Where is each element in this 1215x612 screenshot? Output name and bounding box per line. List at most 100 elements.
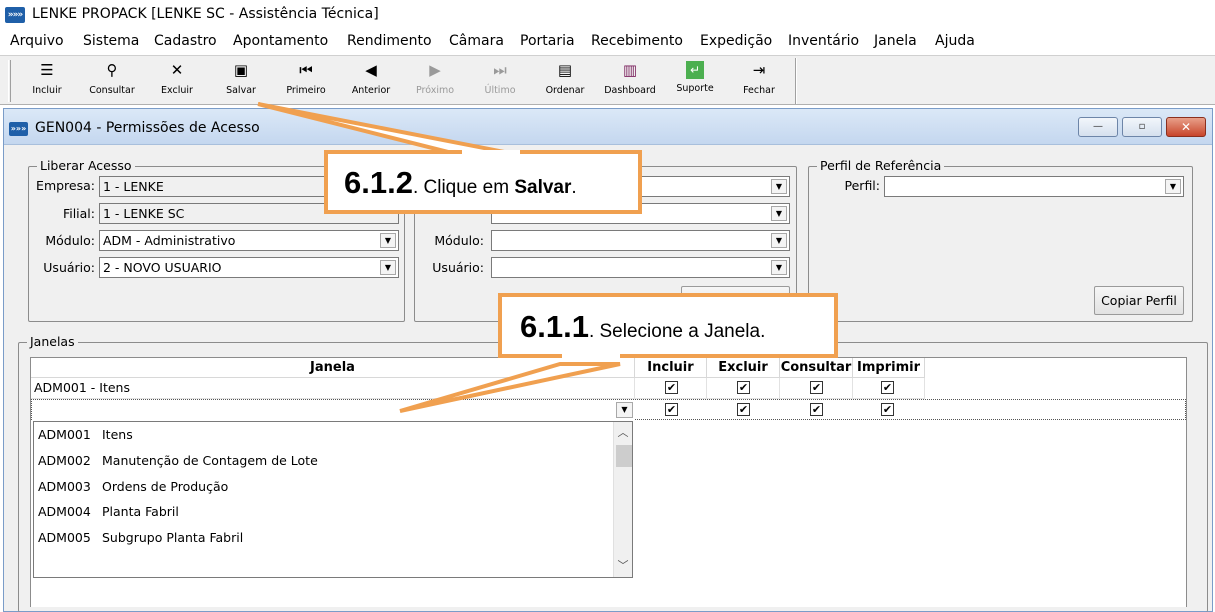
menubar: Arquivo Sistema Cadastro Apontamento Ren… <box>0 31 1215 53</box>
filial-label: Filial: <box>62 206 95 221</box>
perfil-select[interactable]: ▼ <box>884 176 1184 197</box>
callout-select: 6.1.1. Selecione a Janela. <box>498 293 838 358</box>
menu-portaria[interactable]: Portaria <box>520 33 575 49</box>
fechar-button[interactable]: ⇥ Fechar <box>731 59 787 103</box>
callout-tail-join <box>462 150 520 158</box>
toolbar-separator <box>795 58 797 104</box>
window-logo-icon: »»» <box>9 122 28 136</box>
usuario-select[interactable]: 2 - NOVO USUARIO ▼ <box>99 257 399 278</box>
primeiro-button[interactable]: ⏮ Primeiro <box>278 59 334 103</box>
chevron-down-icon[interactable]: ▼ <box>771 260 787 275</box>
scroll-down-icon[interactable]: ﹀ <box>614 557 632 575</box>
modulo-select[interactable]: ADM - Administrativo ▼ <box>99 230 399 251</box>
usuario-label: Usuário: <box>43 260 95 275</box>
restore-button[interactable]: ▫ <box>1122 117 1162 137</box>
menu-rendimento[interactable]: Rendimento <box>347 33 432 49</box>
app-title: LENKE PROPACK [LENKE SC - Assistência Té… <box>32 6 379 22</box>
add-record-icon: ☰ <box>40 61 54 79</box>
middle-usuario-label: Usuário: <box>432 260 484 275</box>
dropdown-scrollbar[interactable]: ︿ ﹀ <box>613 422 632 577</box>
copiar-perfil-button[interactable]: Copiar Perfil <box>1094 286 1184 315</box>
previous-record-icon: ◀ <box>365 61 377 79</box>
menu-sistema[interactable]: Sistema <box>83 33 139 49</box>
list-item[interactable]: ADM004 Planta Fabril <box>38 502 179 522</box>
callout-tail-join <box>562 350 620 358</box>
menu-arquivo[interactable]: Arquivo <box>10 33 64 49</box>
menu-inventario[interactable]: Inventário <box>788 33 859 49</box>
list-item[interactable]: ADM003 Ordens de Produção <box>38 477 228 497</box>
janela-select[interactable]: ▼ <box>33 400 635 420</box>
consultar-checkbox[interactable]: ✔ <box>810 381 823 394</box>
perfil-label: Perfil: <box>844 178 880 193</box>
middle-usuario-select[interactable]: ▼ <box>491 257 790 278</box>
excluir-button[interactable]: ✕ Excluir <box>150 59 204 103</box>
chevron-down-icon[interactable]: ▼ <box>616 402 633 418</box>
exit-door-icon: ⇥ <box>752 61 766 79</box>
incluir-checkbox[interactable]: ✔ <box>665 381 678 394</box>
perfil-referencia-title: Perfil de Referência <box>817 158 945 173</box>
delete-record-icon: ✕ <box>170 61 184 79</box>
list-item[interactable]: ADM002 Manutenção de Contagem de Lote <box>38 451 318 471</box>
salvar-button[interactable]: ▣ Salvar <box>214 59 268 103</box>
menu-janela[interactable]: Janela <box>874 33 917 49</box>
modulo-label: Módulo: <box>45 233 95 248</box>
minimize-button[interactable]: — <box>1078 117 1118 137</box>
liberar-acesso-title: Liberar Acesso <box>37 158 135 173</box>
col-incluir[interactable]: Incluir <box>635 358 707 378</box>
menu-expedicao[interactable]: Expedição <box>700 33 772 49</box>
middle-modulo-label: Módulo: <box>434 233 484 248</box>
anterior-button[interactable]: ◀ Anterior <box>343 59 399 103</box>
chevron-down-icon[interactable]: ▼ <box>771 233 787 248</box>
proximo-button[interactable]: ▶ Próximo <box>407 59 463 103</box>
table-row[interactable]: ADM001 - Itens <box>31 378 635 399</box>
col-janela[interactable]: Janela <box>31 358 635 378</box>
consultar-checkbox[interactable]: ✔ <box>810 403 823 416</box>
list-item[interactable]: ADM005 Subgrupo Planta Fabril <box>38 528 243 548</box>
window-title: GEN004 - Permissões de Acesso <box>35 120 260 136</box>
first-record-icon: ⏮ <box>299 61 313 79</box>
toolbar: ☰ Incluir ⚲ Consultar ✕ Excluir ▣ Salvar ⏮ Pr… <box>0 55 1215 105</box>
ordenar-button[interactable]: ▤ Ordenar <box>536 59 594 103</box>
chevron-down-icon[interactable]: ▼ <box>380 233 396 248</box>
janela-dropdown-list: ADM001 Itens ADM002 Manutenção de Contagem… <box>33 421 633 578</box>
col-consultar[interactable]: Consultar <box>780 358 853 378</box>
imprimir-checkbox[interactable]: ✔ <box>881 403 894 416</box>
col-excluir[interactable]: Excluir <box>707 358 780 378</box>
search-icon: ⚲ <box>106 61 118 79</box>
chevron-down-icon[interactable]: ▼ <box>380 260 396 275</box>
support-icon: ↵ <box>686 61 704 79</box>
dashboard-button[interactable]: ▥ Dashboard <box>600 59 660 103</box>
incluir-checkbox[interactable]: ✔ <box>665 403 678 416</box>
imprimir-checkbox[interactable]: ✔ <box>881 381 894 394</box>
chevron-down-icon[interactable]: ▼ <box>1165 179 1181 194</box>
app-title-bar: »»» LENKE PROPACK [LENKE SC - Assistênci… <box>0 0 1215 30</box>
scroll-up-icon[interactable]: ︿ <box>614 424 632 442</box>
sort-icon: ▤ <box>557 61 573 79</box>
incluir-button[interactable]: ☰ Incluir <box>20 59 74 103</box>
suporte-button[interactable]: ↵ Suporte <box>667 59 723 103</box>
janelas-title: Janelas <box>27 334 78 349</box>
ultimo-button[interactable]: ⏭ Último <box>472 59 528 103</box>
chevron-down-icon[interactable]: ▼ <box>771 179 787 194</box>
middle-modulo-select[interactable]: ▼ <box>491 230 790 251</box>
menu-recebimento[interactable]: Recebimento <box>591 33 683 49</box>
empresa-label: Empresa: <box>36 178 95 193</box>
scroll-thumb[interactable] <box>616 445 632 467</box>
app-logo-icon: »»» <box>5 7 25 23</box>
dashboard-chart-icon: ▥ <box>622 61 638 79</box>
menu-camara[interactable]: Câmara <box>449 33 504 49</box>
toolbar-grip[interactable] <box>8 60 11 102</box>
excluir-checkbox[interactable]: ✔ <box>737 381 750 394</box>
save-icon: ▣ <box>233 61 249 79</box>
excluir-checkbox[interactable]: ✔ <box>737 403 750 416</box>
menu-cadastro[interactable]: Cadastro <box>154 33 217 49</box>
next-record-icon: ▶ <box>429 61 441 79</box>
consultar-button[interactable]: ⚲ Consultar <box>84 59 140 103</box>
col-imprimir[interactable]: Imprimir <box>853 358 925 378</box>
list-item[interactable]: ADM001 Itens <box>38 425 133 445</box>
menu-ajuda[interactable]: Ajuda <box>935 33 975 49</box>
close-button[interactable]: ✕ <box>1166 117 1206 137</box>
menu-apontamento[interactable]: Apontamento <box>233 33 328 49</box>
last-record-icon: ⏭ <box>493 61 507 79</box>
chevron-down-icon[interactable]: ▼ <box>771 206 787 221</box>
